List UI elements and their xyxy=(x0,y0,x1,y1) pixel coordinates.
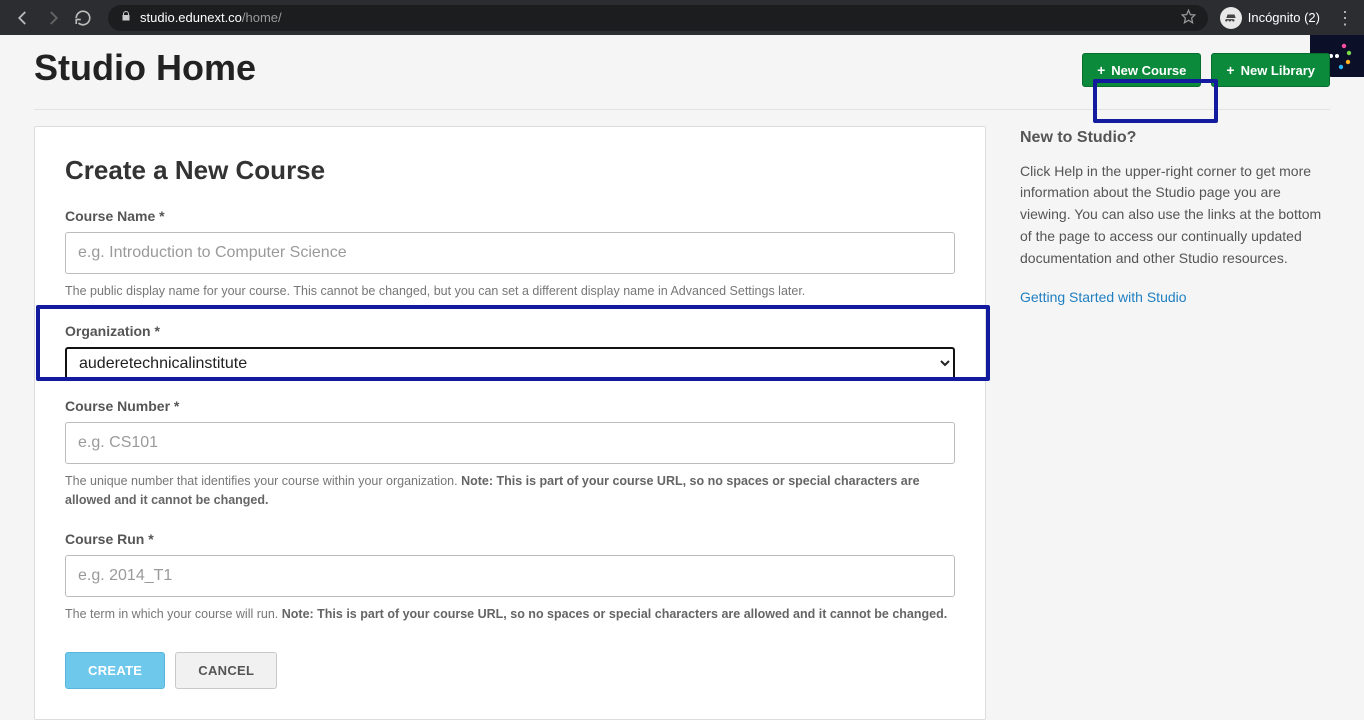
helper-plain: The unique number that identifies your c… xyxy=(65,474,461,488)
sidebar-body: Click Help in the upper-right corner to … xyxy=(1020,161,1330,269)
bookmark-icon[interactable] xyxy=(1181,9,1196,27)
organization-select[interactable]: auderetechnicalinstitute xyxy=(65,347,955,380)
new-course-button[interactable]: + New Course xyxy=(1082,53,1201,87)
incognito-icon xyxy=(1220,7,1242,29)
sidebar-title: New to Studio? xyxy=(1020,126,1330,151)
panel-title: Create a New Course xyxy=(65,155,955,186)
course-name-input[interactable] xyxy=(65,232,955,274)
sidebar-help: New to Studio? Click Help in the upper-r… xyxy=(1020,126,1330,720)
browser-chrome: studio.edunext.co/home/ Incógnito (2) ⋮ xyxy=(0,0,1364,35)
label-text: Course Number xyxy=(65,398,170,414)
field-course-run: Course Run * The term in which your cour… xyxy=(65,531,955,624)
browser-nav xyxy=(10,5,96,31)
helper-bold: Note: This is part of your course URL, s… xyxy=(282,607,947,621)
getting-started-link[interactable]: Getting Started with Studio xyxy=(1020,287,1187,309)
new-library-button[interactable]: + New Library xyxy=(1211,53,1330,87)
label-text: Course Name xyxy=(65,208,155,224)
organization-label: Organization * xyxy=(65,323,955,339)
course-run-helper: The term in which your course will run. … xyxy=(65,605,955,624)
course-number-helper: The unique number that identifies your c… xyxy=(65,472,955,510)
create-button[interactable]: CREATE xyxy=(65,652,165,689)
label-text: Organization xyxy=(65,323,151,339)
course-run-input[interactable] xyxy=(65,555,955,597)
page-title: Studio Home xyxy=(34,47,1082,89)
required-mark: * xyxy=(154,323,159,339)
forward-button[interactable] xyxy=(40,5,66,31)
label-text: Course Run xyxy=(65,531,144,547)
helper-plain: The term in which your course will run. xyxy=(65,607,282,621)
incognito-label: Incógnito (2) xyxy=(1248,10,1320,25)
cancel-button[interactable]: CANCEL xyxy=(175,652,277,689)
course-name-helper: The public display name for your course.… xyxy=(65,282,955,301)
incognito-indicator[interactable]: Incógnito (2) xyxy=(1220,7,1320,29)
field-organization: Organization * auderetechnicalinstitute xyxy=(65,323,955,380)
create-course-panel: Create a New Course Course Name * The pu… xyxy=(34,126,986,720)
required-mark: * xyxy=(159,208,164,224)
back-button[interactable] xyxy=(10,5,36,31)
plus-icon: + xyxy=(1226,62,1234,78)
url-path: /home/ xyxy=(242,10,282,25)
course-run-label: Course Run * xyxy=(65,531,955,547)
field-course-name: Course Name * The public display name fo… xyxy=(65,208,955,301)
field-course-number: Course Number * The unique number that i… xyxy=(65,398,955,510)
required-mark: * xyxy=(148,531,153,547)
new-library-label: New Library xyxy=(1241,63,1315,78)
url-host: studio.edunext.co xyxy=(140,10,242,25)
separator xyxy=(34,109,1330,110)
lock-icon xyxy=(120,10,132,25)
required-mark: * xyxy=(174,398,179,414)
course-number-input[interactable] xyxy=(65,422,955,464)
url-bar[interactable]: studio.edunext.co/home/ xyxy=(108,5,1208,31)
reload-button[interactable] xyxy=(70,5,96,31)
course-number-label: Course Number * xyxy=(65,398,955,414)
new-course-label: New Course xyxy=(1111,63,1186,78)
plus-icon: + xyxy=(1097,62,1105,78)
course-name-label: Course Name * xyxy=(65,208,955,224)
